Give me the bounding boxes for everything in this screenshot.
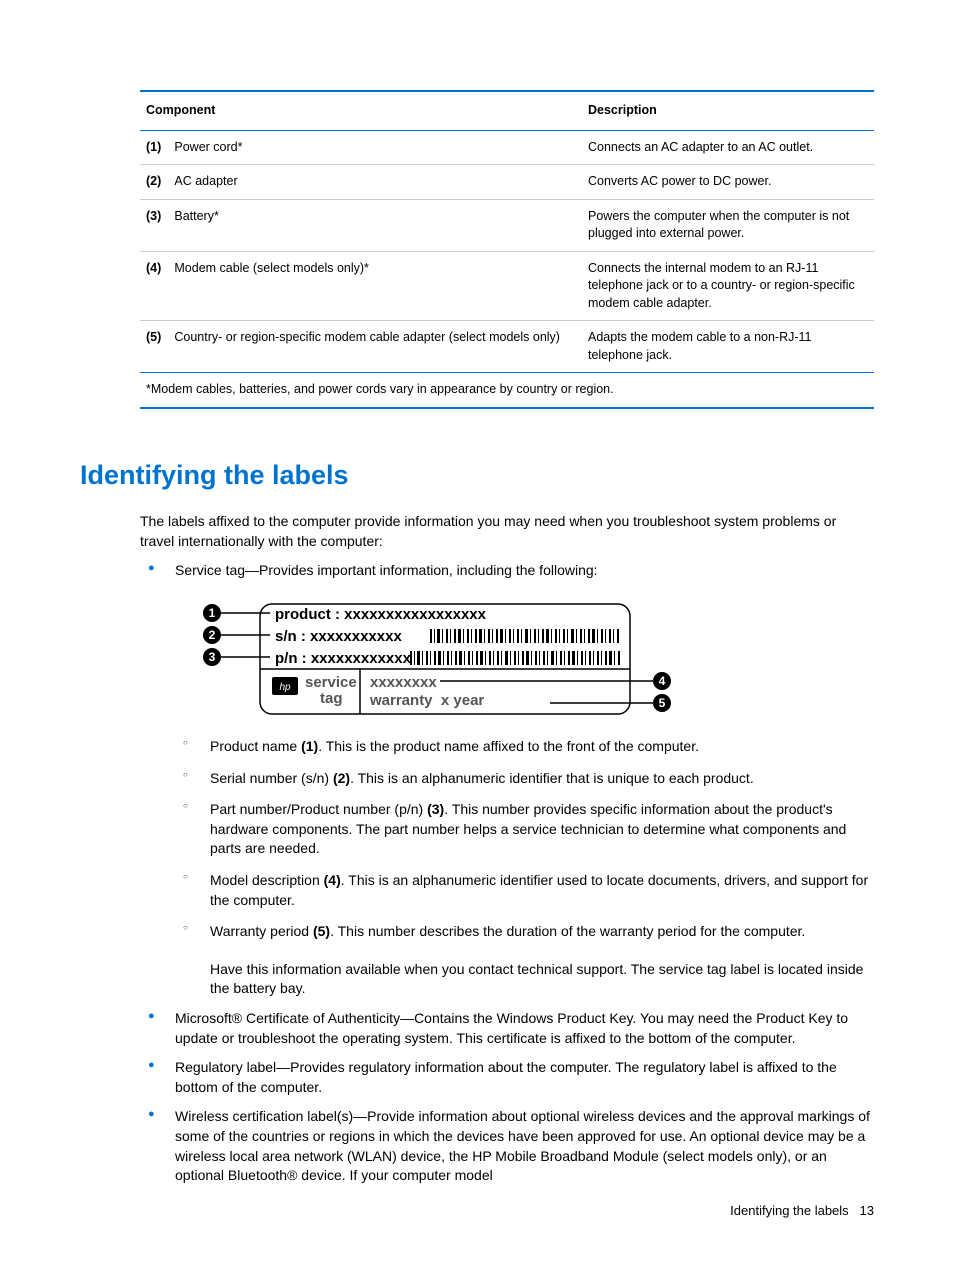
- table-row: (5) Country- or region-specific modem ca…: [140, 321, 874, 373]
- sublist-item: Part number/Product number (p/n) (3). Th…: [175, 800, 874, 859]
- svg-text:product : xxxxxxxxxxxxxxxxx: product : xxxxxxxxxxxxxxxxx: [275, 606, 487, 623]
- support-paragraph: Have this information available when you…: [210, 960, 874, 999]
- service-tag-diagram: 1 2 3 4 5 product : xxx: [200, 599, 874, 719]
- svg-text:tag: tag: [320, 690, 343, 707]
- main-bullet-list: Service tag—Provides important informati…: [140, 561, 874, 1185]
- sublist-item: Product name (1). This is the product na…: [175, 737, 874, 757]
- svg-text:1: 1: [209, 606, 216, 620]
- bullet-wireless: Wireless certification label(s)—Provide …: [140, 1107, 874, 1185]
- table-row: (1) Power cord* Connects an AC adapter t…: [140, 130, 874, 165]
- svg-text:5: 5: [659, 696, 666, 710]
- content-area: Component Description (1) Power cord* Co…: [140, 90, 874, 1186]
- bullet-coa: Microsoft® Certificate of Authenticity—C…: [140, 1009, 874, 1048]
- svg-text:s/n : xxxxxxxxxxx: s/n : xxxxxxxxxxx: [275, 628, 402, 645]
- table-footnote: *Modem cables, batteries, and power cord…: [140, 373, 874, 408]
- service-tag-sublist: Product name (1). This is the product na…: [175, 737, 874, 942]
- sublist-item: Warranty period (5). This number describ…: [175, 922, 874, 942]
- sublist-item: Model description (4). This is an alphan…: [175, 871, 874, 910]
- sublist-item: Serial number (s/n) (2). This is an alph…: [175, 769, 874, 789]
- header-component: Component: [140, 91, 582, 130]
- header-description: Description: [582, 91, 874, 130]
- table-row: (3) Battery* Powers the computer when th…: [140, 199, 874, 251]
- page-footer: Identifying the labels 13: [730, 1202, 874, 1220]
- svg-text:xxxxxxxx: xxxxxxxx: [370, 674, 437, 691]
- intro-paragraph: The labels affixed to the computer provi…: [140, 512, 874, 551]
- svg-text:4: 4: [659, 674, 666, 688]
- component-table: Component Description (1) Power cord* Co…: [140, 90, 874, 409]
- table-row: (2) AC adapter Converts AC power to DC p…: [140, 165, 874, 200]
- svg-text:warranty x year: warranty x year: [369, 692, 484, 709]
- section-heading: Identifying the labels: [80, 457, 874, 495]
- bullet-service-tag: Service tag—Provides important informati…: [140, 561, 874, 999]
- svg-text:3: 3: [209, 650, 216, 664]
- bullet-regulatory: Regulatory label—Provides regulatory inf…: [140, 1058, 874, 1097]
- svg-text:hp: hp: [279, 682, 291, 693]
- svg-text:p/n : xxxxxxxxxxxx: p/n : xxxxxxxxxxxx: [275, 650, 412, 667]
- table-row: (4) Modem cable (select models only)* Co…: [140, 251, 874, 321]
- svg-text:2: 2: [209, 628, 216, 642]
- document-page: Component Description (1) Power cord* Co…: [0, 0, 954, 1270]
- svg-text:service: service: [305, 674, 357, 691]
